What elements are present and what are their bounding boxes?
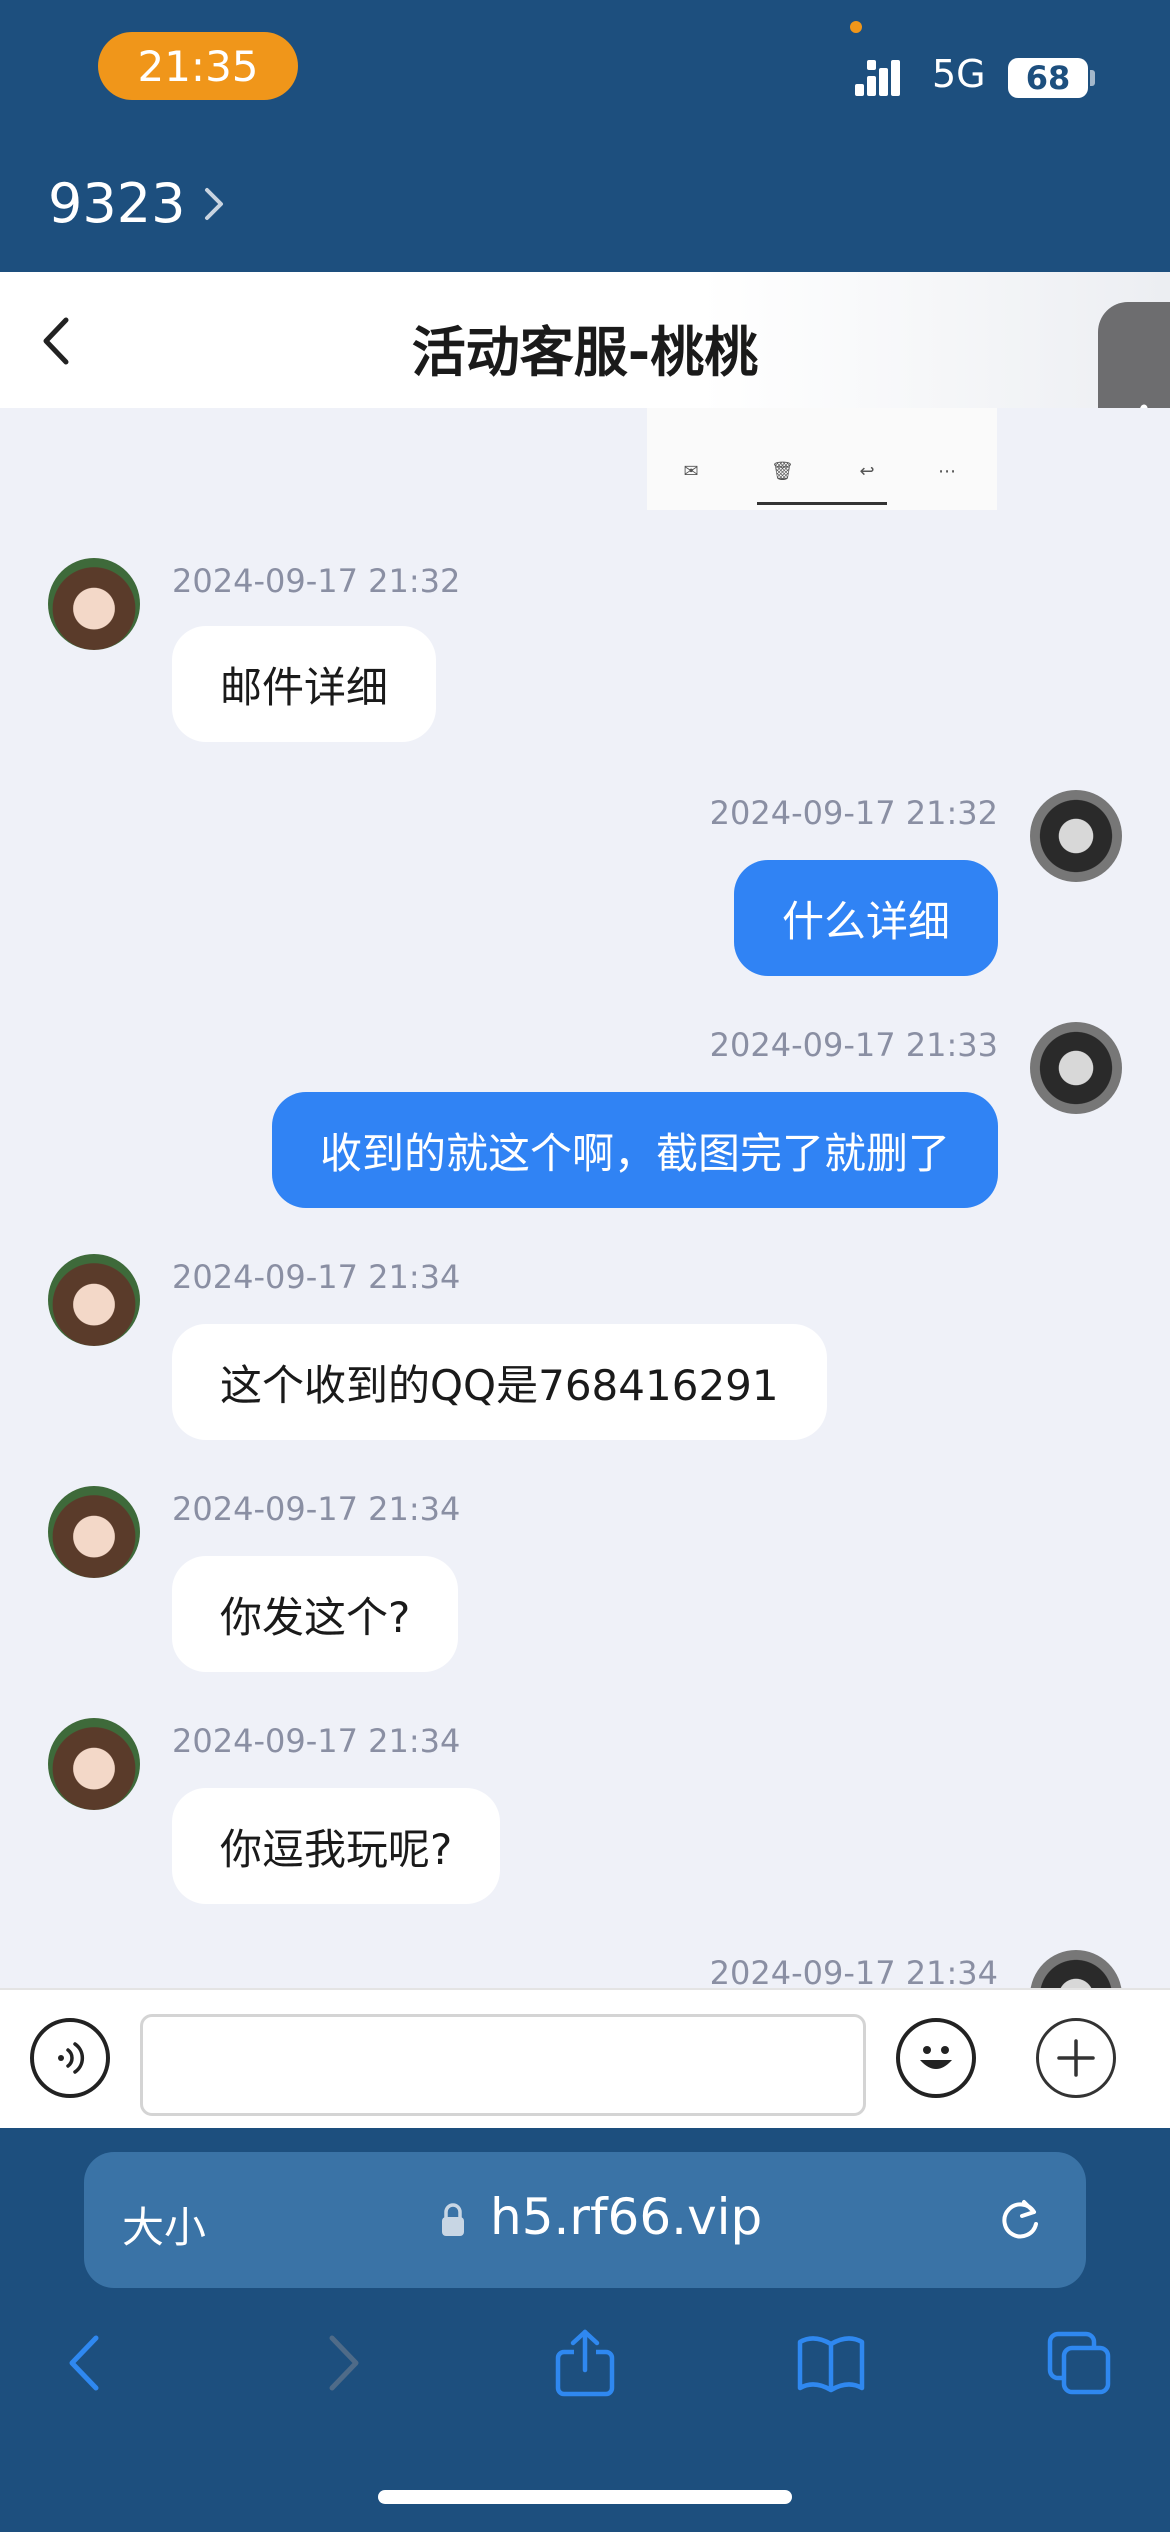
trash-icon: 🗑 [771, 461, 794, 482]
message-timestamp: 2024-09-17 21:32 [172, 562, 461, 600]
message-timestamp: 2024-09-17 21:34 [172, 1490, 461, 1528]
network-type: 5G [932, 52, 986, 96]
avatar[interactable] [1030, 1022, 1122, 1114]
emoji-icon [920, 2046, 952, 2069]
home-indicator[interactable] [378, 2490, 792, 2504]
battery-indicator: 68 [1008, 58, 1088, 98]
book-icon[interactable] [796, 2328, 866, 2398]
message-timestamp: 2024-09-17 21:34 [172, 1258, 461, 1296]
message-bubble-outgoing[interactable]: 收到的就这个啊，截图完了就删了 [271, 1092, 998, 1208]
message-timestamp: 2024-09-17 21:32 [709, 794, 998, 832]
privacy-indicator-dot [850, 21, 862, 33]
more-icon: ⋯ [938, 461, 956, 482]
message-list[interactable]: ✉ 🗑 ↩ ⋯ 2024-09-17 21:32 邮件详细 2024-09-17… [0, 408, 1170, 1988]
reply-icon: ↩ [859, 461, 875, 482]
message-input[interactable] [140, 2014, 866, 2116]
back-arrow-icon[interactable] [52, 2328, 122, 2398]
text-size-button[interactable]: 大小 [122, 2194, 206, 2255]
emoji-button[interactable] [896, 2018, 976, 2098]
tabs-icon[interactable] [1044, 2328, 1114, 2398]
message-timestamp: 2024-09-17 21:34 [172, 1722, 461, 1760]
url-text[interactable]: h5.rf66.vip [490, 2188, 762, 2246]
avatar[interactable] [1030, 790, 1122, 882]
address-bar[interactable]: 大小 h5.rf66.vip [84, 2152, 1086, 2288]
message-bubble-incoming[interactable]: 你发这个? [172, 1556, 459, 1672]
back-to-app-button[interactable]: 9323 [48, 172, 225, 235]
plus-icon [1057, 2039, 1095, 2077]
forward-arrow-icon[interactable] [306, 2328, 376, 2398]
plus-button[interactable] [1036, 2018, 1116, 2098]
status-time: 21:35 [98, 32, 298, 100]
reload-icon[interactable] [994, 2194, 1046, 2246]
voice-icon [58, 2042, 85, 2074]
browser-toolbar: 大小 h5.rf66.vip [0, 2128, 1170, 2532]
voice-button[interactable] [30, 2018, 110, 2098]
message-timestamp: 2024-09-17 21:34 [709, 1954, 998, 1988]
message-bubble-incoming[interactable]: 这个收到的QQ是768416291 [172, 1324, 827, 1440]
chevron-right-icon [205, 187, 224, 220]
message-timestamp: 2024-09-17 21:33 [709, 1026, 998, 1064]
chat-title: 活动客服-桃桃 [411, 321, 759, 384]
status-bar: 21:35 5G 68 9323 [0, 0, 1170, 235]
message-bubble-incoming[interactable]: 邮件详细 [172, 626, 437, 742]
message-bubble-outgoing[interactable]: 什么详细 [733, 860, 998, 976]
signal-icon [855, 60, 900, 96]
input-bar [0, 1988, 1170, 2128]
avatar[interactable] [48, 1254, 140, 1346]
avatar[interactable] [48, 558, 140, 650]
screenshot-toolbar-image: ✉ 🗑 ↩ ⋯ [647, 408, 997, 510]
battery-cap [1090, 70, 1095, 86]
chat-header: 活动客服-桃桃 [0, 272, 1170, 408]
message-bubble-incoming[interactable]: 你逗我玩呢? [172, 1788, 501, 1904]
tab-underline [757, 502, 887, 505]
share-icon[interactable] [550, 2328, 620, 2398]
avatar[interactable] [48, 1486, 140, 1578]
lock-icon [442, 2203, 464, 2236]
avatar[interactable] [48, 1718, 140, 1810]
mail-icon: ✉ [683, 461, 699, 482]
back-to-app-label: 9323 [48, 172, 186, 235]
avatar[interactable] [1030, 1950, 1122, 1988]
